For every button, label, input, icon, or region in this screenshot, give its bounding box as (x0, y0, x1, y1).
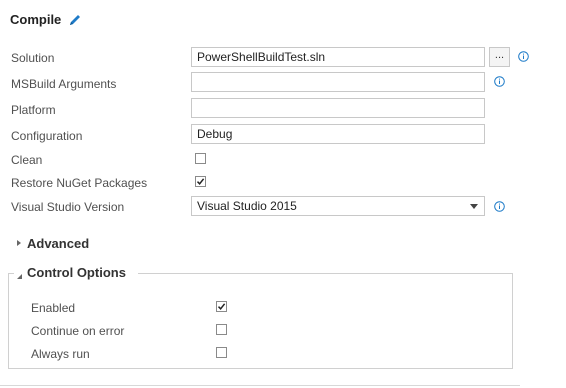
enabled-checkbox[interactable] (216, 301, 227, 312)
browse-button[interactable]: ... (489, 47, 510, 67)
msbuild-arguments-input[interactable] (191, 72, 485, 92)
collapse-arrow-icon[interactable] (16, 269, 23, 283)
advanced-section-header[interactable]: Advanced (27, 236, 89, 251)
always-run-label: Always run (31, 347, 90, 361)
continue-on-error-checkbox[interactable] (216, 324, 227, 335)
always-run-checkbox[interactable] (216, 347, 227, 358)
msbuild-arguments-label: MSBuild Arguments (11, 77, 117, 91)
enabled-label: Enabled (31, 301, 76, 315)
pencil-icon[interactable] (68, 13, 82, 27)
vs-version-label: Visual Studio Version (11, 200, 125, 214)
divider (0, 385, 520, 386)
solution-input[interactable]: PowerShellBuildTest.sln (191, 47, 485, 67)
platform-label: Platform (11, 103, 56, 117)
restore-nuget-checkbox[interactable] (195, 176, 206, 187)
info-icon[interactable] (494, 76, 505, 87)
info-icon[interactable] (518, 51, 529, 62)
expand-arrow-icon[interactable] (17, 240, 21, 246)
vs-version-value: Visual Studio 2015 (197, 199, 297, 213)
restore-nuget-label: Restore NuGet Packages (11, 176, 148, 190)
clean-checkbox[interactable] (195, 153, 206, 164)
configuration-input[interactable]: Debug (191, 124, 485, 144)
platform-input[interactable] (191, 98, 485, 118)
vs-version-select[interactable]: Visual Studio 2015 (191, 196, 485, 216)
continue-on-error-label: Continue on error (31, 324, 125, 338)
solution-label: Solution (11, 51, 55, 65)
control-options-header[interactable]: Control Options (27, 265, 126, 280)
info-icon[interactable] (494, 201, 505, 212)
chevron-down-icon (470, 204, 478, 209)
page-title: Compile (10, 12, 62, 27)
configuration-label: Configuration (11, 129, 83, 143)
clean-label: Clean (11, 153, 43, 167)
